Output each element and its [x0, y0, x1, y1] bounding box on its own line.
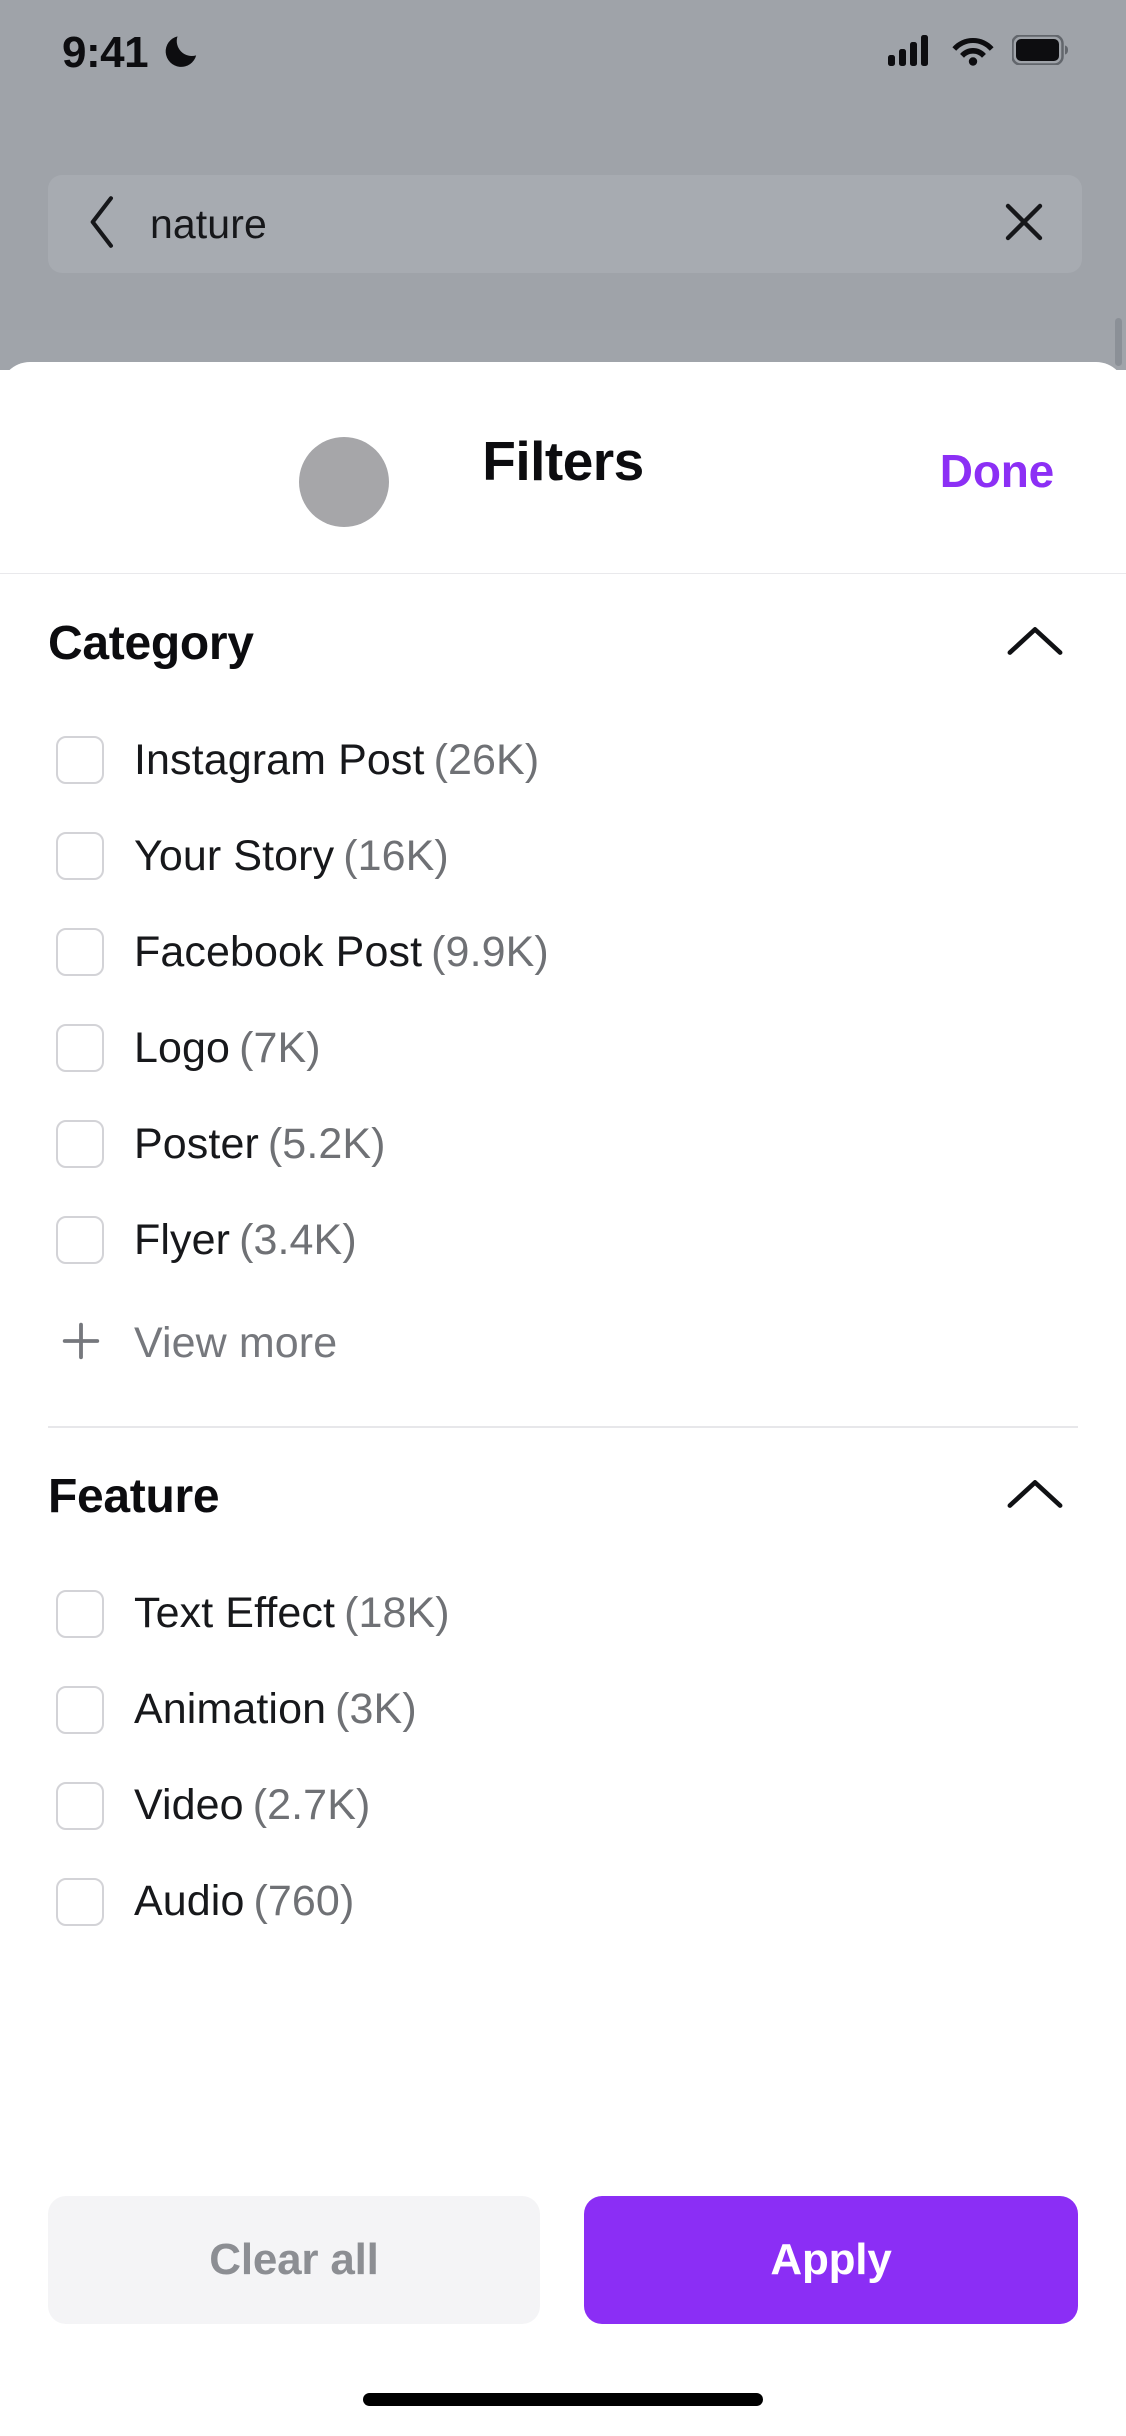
list-item[interactable]: Audio (760) — [48, 1854, 1078, 1950]
home-indicator — [363, 2393, 763, 2406]
option-count: (3K) — [335, 1685, 417, 1733]
search-input[interactable]: nature — [150, 201, 972, 248]
option-list-feature: Text Effect (18K) Animation (3K) Video (2.7… — [48, 1548, 1078, 1950]
status-bar-left: 9:41 — [62, 28, 202, 78]
chevron-left-icon[interactable] — [84, 195, 122, 254]
option-count: (3.4K) — [239, 1215, 357, 1264]
list-item[interactable]: Animation (3K) — [48, 1662, 1078, 1758]
section-header-category[interactable]: Category — [48, 574, 1078, 694]
status-bar: 9:41 — [0, 0, 1126, 105]
filter-section-feature: Feature Text Effect (18K) Animation (3K)… — [0, 1428, 1126, 1950]
clear-all-button[interactable]: Clear all — [48, 2196, 540, 2324]
option-label: Video (2.7K) — [134, 1781, 370, 1830]
option-name: Video — [134, 1781, 244, 1829]
sheet-header: Filters Done — [0, 362, 1126, 574]
option-count: (16K) — [343, 831, 449, 880]
option-label: Instagram Post (26K) — [134, 736, 539, 785]
option-name: Text Effect — [134, 1589, 336, 1637]
option-count: (26K) — [433, 735, 540, 784]
option-label: Logo (7K) — [134, 1024, 321, 1073]
list-item[interactable]: Flyer (3.4K) — [48, 1192, 1078, 1288]
list-item[interactable]: Logo (7K) — [48, 1000, 1078, 1096]
scrollbar-thumb[interactable] — [1115, 318, 1122, 366]
list-item[interactable]: Video (2.7K) — [48, 1758, 1078, 1854]
status-bar-right — [888, 34, 1068, 71]
search-bar-container: nature — [48, 175, 1082, 273]
sheet-body: Category Instagram Post (26K) Your Story… — [0, 574, 1126, 1950]
option-name: Flyer — [134, 1215, 231, 1264]
option-label: Flyer (3.4K) — [134, 1216, 357, 1265]
list-item[interactable]: Your Story (16K) — [48, 808, 1078, 904]
option-list-category: Instagram Post (26K) Your Story (16K) Face… — [48, 694, 1078, 1398]
list-item[interactable]: Instagram Post (26K) — [48, 712, 1078, 808]
filters-bottom-sheet: Filters Done Category Instagram Post (26… — [0, 362, 1126, 2436]
list-item[interactable]: Text Effect (18K) — [48, 1566, 1078, 1662]
search-bar[interactable]: nature — [48, 175, 1082, 273]
option-label: Audio (760) — [134, 1877, 354, 1926]
close-x-icon[interactable] — [1000, 198, 1048, 251]
status-bar-clock: 9:41 — [62, 27, 149, 77]
apply-button[interactable]: Apply — [584, 2196, 1078, 2324]
option-name: Poster — [134, 1119, 259, 1168]
option-name: Animation — [134, 1685, 327, 1733]
chevron-up-icon[interactable] — [1006, 1476, 1064, 1517]
option-name: Logo — [134, 1023, 231, 1072]
option-label: Facebook Post (9.9K) — [134, 928, 549, 977]
moon-icon — [162, 30, 202, 75]
section-header-feature[interactable]: Feature — [48, 1428, 1078, 1548]
option-count: (18K) — [344, 1589, 450, 1637]
list-item[interactable]: Poster (5.2K) — [48, 1096, 1078, 1192]
option-label: Text Effect (18K) — [134, 1589, 450, 1638]
checkbox-instagram-post[interactable] — [56, 736, 104, 784]
checkbox-facebook-post[interactable] — [56, 928, 104, 976]
checkbox-video[interactable] — [56, 1781, 104, 1830]
filter-section-category: Category Instagram Post (26K) Your Story… — [0, 574, 1126, 1398]
option-count: (760) — [253, 1877, 355, 1925]
option-count: (7K) — [239, 1023, 321, 1072]
option-count: (2.7K) — [252, 1781, 371, 1829]
option-label: Animation (3K) — [134, 1685, 417, 1734]
option-label: Poster (5.2K) — [134, 1120, 386, 1169]
checkbox-text-effect[interactable] — [56, 1589, 104, 1638]
option-count: (5.2K) — [267, 1119, 386, 1168]
view-more-label: View more — [134, 1318, 338, 1367]
checkbox-flyer[interactable] — [56, 1216, 104, 1264]
plus-icon — [58, 1318, 104, 1369]
option-label: Your Story (16K) — [134, 832, 449, 881]
section-title-feature: Feature — [48, 1470, 220, 1523]
option-name: Audio — [134, 1877, 245, 1925]
cellular-signal-icon — [888, 34, 934, 71]
done-button[interactable]: Done — [940, 444, 1054, 498]
phone-screen: 9:41 nature Filters Done Category Instag… — [0, 0, 1126, 2436]
option-name: Facebook Post — [134, 927, 423, 976]
checkbox-poster[interactable] — [56, 1120, 104, 1168]
checkbox-audio[interactable] — [56, 1877, 104, 1926]
checkbox-your-story[interactable] — [56, 832, 104, 880]
checkbox-animation[interactable] — [56, 1685, 104, 1734]
chevron-up-icon[interactable] — [1006, 623, 1064, 664]
view-more-button[interactable]: View more — [48, 1288, 1078, 1398]
checkbox-logo[interactable] — [56, 1024, 104, 1072]
wifi-icon — [951, 34, 995, 71]
option-name: Instagram Post — [134, 735, 425, 784]
option-name: Your Story — [134, 831, 335, 880]
option-count: (9.9K) — [431, 927, 549, 976]
list-item[interactable]: Facebook Post (9.9K) — [48, 904, 1078, 1000]
battery-icon — [1011, 34, 1068, 70]
dimmed-search-page-backdrop: 9:41 nature — [0, 0, 1126, 370]
section-title-category: Category — [48, 616, 254, 670]
